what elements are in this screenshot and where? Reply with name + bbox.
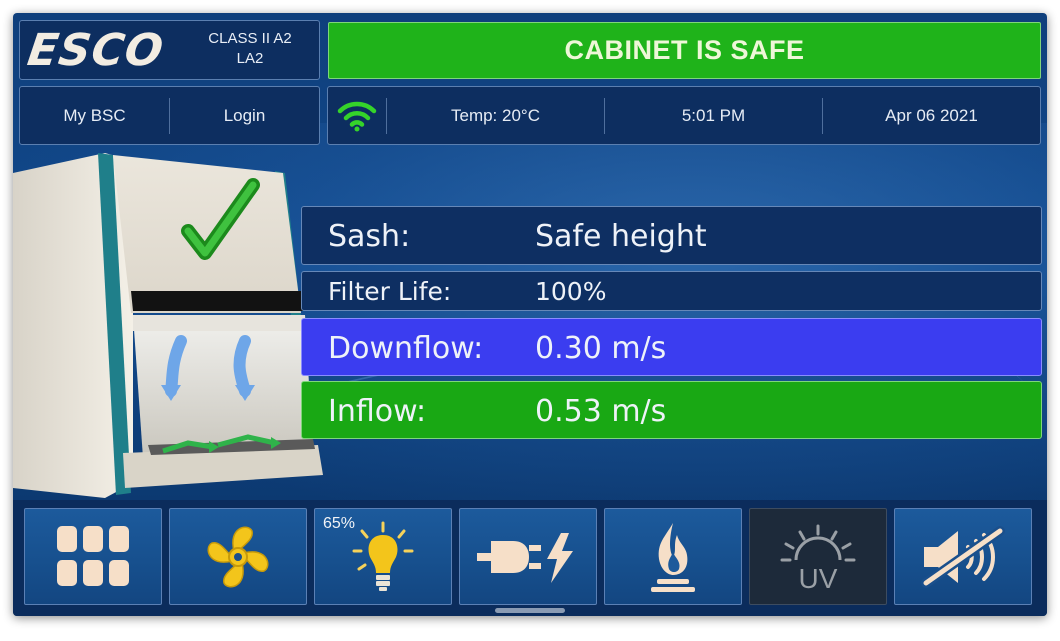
login-button[interactable]: Login	[170, 106, 319, 126]
filter-life-value: 100%	[535, 277, 607, 306]
class-line-2: LA2	[236, 50, 264, 67]
power-outlet-button[interactable]	[459, 508, 597, 605]
bsc-screen: ESCO CLASS II A2 LA2 CABINET IS SAFE My …	[13, 13, 1047, 616]
wifi-icon[interactable]	[328, 99, 386, 133]
light-bulb-icon	[352, 521, 414, 591]
cabinet-illustration	[13, 153, 323, 498]
uv-icon: UV	[780, 524, 856, 592]
gas-button[interactable]	[604, 508, 742, 605]
alarm-mute-button[interactable]	[894, 508, 1032, 605]
status-bar: Temp: 20°C 5:01 PM Apr 06 2021	[327, 86, 1041, 145]
brand-panel: ESCO CLASS II A2 LA2	[19, 20, 320, 80]
uv-button[interactable]: UV	[749, 508, 887, 605]
downflow-row: Downflow: 0.30 m/s	[301, 318, 1042, 376]
sash-label: Sash:	[328, 219, 411, 254]
temperature-readout: Temp: 20°C	[450, 105, 540, 125]
filter-life-row: Filter Life: 100%	[301, 271, 1042, 311]
drawer-handle[interactable]	[495, 608, 565, 613]
filter-life-label: Filter Life:	[328, 277, 452, 306]
fan-button[interactable]	[169, 508, 307, 605]
menu-grid-button[interactable]	[24, 508, 162, 605]
sash-row: Sash: Safe height	[301, 206, 1042, 265]
speaker-mute-icon	[921, 525, 1005, 588]
plug-icon	[477, 532, 573, 583]
grid-icon	[57, 525, 129, 586]
inflow-value: 0.53 m/s	[535, 394, 667, 429]
esco-logo: ESCO	[24, 25, 168, 76]
cabinet-class: CLASS II A2 LA2	[190, 29, 310, 69]
sash-value: Safe height	[535, 219, 707, 254]
my-bsc-button[interactable]: My BSC	[20, 106, 169, 126]
inflow-label: Inflow:	[328, 394, 427, 429]
downflow-value: 0.30 m/s	[535, 331, 667, 366]
light-level: 65%	[323, 515, 356, 532]
cabinet-status-banner: CABINET IS SAFE	[328, 22, 1041, 79]
downflow-label: Downflow:	[328, 331, 484, 366]
bottom-toolbar: 65% UV	[13, 500, 1047, 616]
time-readout: 5:01 PM	[681, 105, 746, 125]
flame-icon	[651, 522, 695, 592]
class-line-1: CLASS II A2	[208, 30, 292, 47]
inflow-row: Inflow: 0.53 m/s	[301, 381, 1042, 439]
fan-icon	[207, 526, 269, 587]
uv-label: UV	[799, 563, 838, 592]
nav-panel: My BSC Login	[19, 86, 320, 145]
date-readout: Apr 06 2021	[885, 105, 978, 125]
light-button[interactable]: 65%	[314, 508, 452, 605]
